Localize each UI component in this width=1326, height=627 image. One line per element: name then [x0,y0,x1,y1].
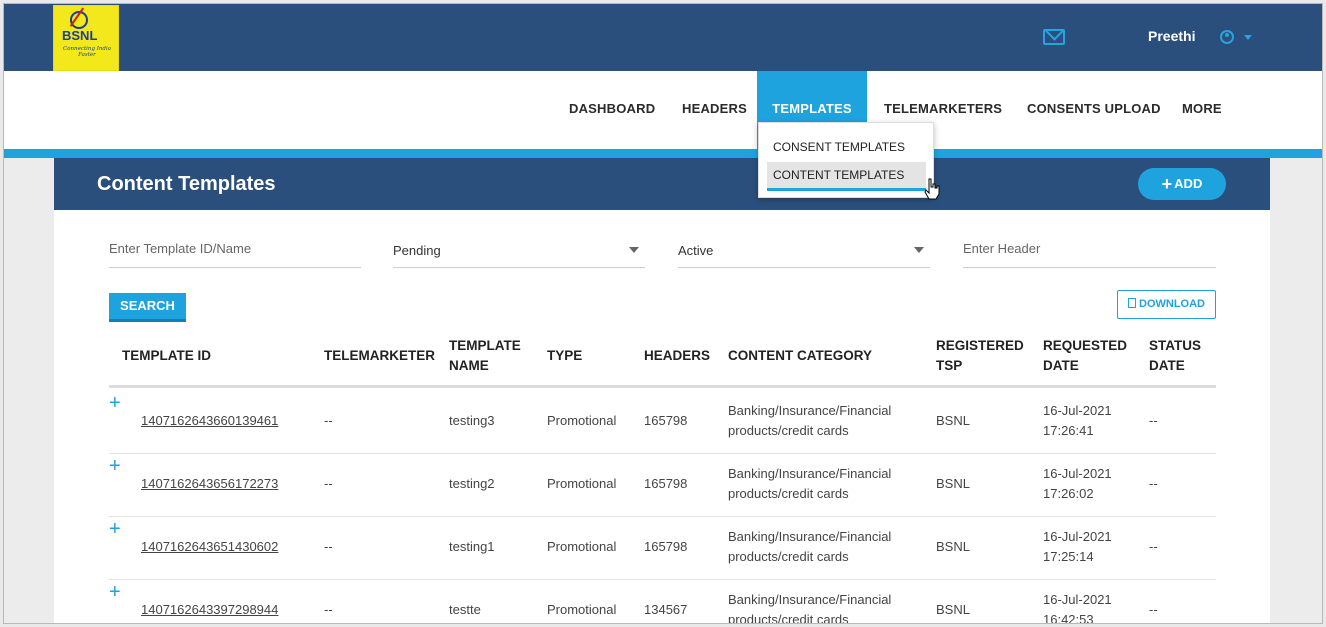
table-row[interactable]: +1407162643660139461 -- testing3 Promotiona… [109,391,1216,454]
type-cell: Promotional [547,539,617,554]
logo-tagline: Connecting India Faster [63,46,111,58]
header-search-input[interactable] [963,230,1216,267]
registered-tsp-cell: BSNL [936,539,970,554]
telemarketer-cell: -- [324,539,333,554]
column-header-status-date[interactable]: STATUS DATE [1149,336,1201,376]
template-search-field[interactable] [109,230,361,268]
content-category-cell: Banking/Insurance/Financial products/cred… [728,466,892,501]
table-row[interactable]: +1407162643397298944 -- testte Promotional 1… [109,580,1216,624]
template-name-cell: testing3 [449,413,495,428]
template-id-link[interactable]: 1407162643660139461 [141,411,278,431]
headers-cell: 165798 [644,539,688,554]
table-row[interactable]: +1407162643656172273 -- testing2 Promotiona… [109,454,1216,517]
expand-row-icon[interactable]: + [109,582,121,604]
requested-date-cell: 16-Jul-2021 17:26:02 [1043,466,1112,501]
templates-dropdown-menu: CONSENT TEMPLATES CONTENT TEMPLATES [758,122,934,198]
column-header-type[interactable]: TYPE [547,346,582,366]
state-select[interactable]: Active [678,230,930,268]
column-header-registered-tsp[interactable]: REGISTERED TSP [936,336,1024,376]
type-cell: Promotional [547,602,617,617]
telemarketer-cell: -- [324,413,333,428]
template-id-link[interactable]: 1407162643651430602 [141,537,278,557]
card-header: Content Templates + ADD [54,158,1270,210]
page-title: Content Templates [97,173,276,195]
nav-dashboard[interactable]: DASHBOARD [569,71,655,149]
registered-tsp-cell: BSNL [936,413,970,428]
column-header-content-category[interactable]: CONTENT CATEGORY [728,346,872,366]
app-window: BSNL Connecting India Faster Preethi DAS… [3,3,1323,624]
column-header-headers[interactable]: HEADERS [644,346,710,366]
status-date-cell: -- [1149,476,1158,491]
bsnl-logo[interactable]: BSNL Connecting India Faster [53,5,119,71]
menu-item-consent-templates[interactable]: CONSENT TEMPLATES [767,134,926,160]
requested-date-cell: 16-Jul-2021 16:42:53 [1043,592,1112,624]
nav-more[interactable]: MORE [1182,71,1222,149]
hand-cursor-icon [924,178,940,200]
content-category-cell: Banking/Insurance/Financial products/cred… [728,403,892,438]
requested-date-cell: 16-Jul-2021 17:26:41 [1043,403,1112,438]
download-button[interactable]: DOWNLOAD [1117,290,1216,319]
status-select[interactable]: Pending [393,230,645,268]
menu-item-content-templates[interactable]: CONTENT TEMPLATES [767,162,926,191]
status-date-cell: -- [1149,539,1158,554]
main-nav: DASHBOARD HEADERS TEMPLATES TELEMARKETER… [4,71,1322,149]
expand-row-icon[interactable]: + [109,456,121,478]
top-bar: BSNL Connecting India Faster Preethi [4,4,1322,71]
add-button-label: ADD [1174,176,1203,191]
telemarketer-cell: -- [324,476,333,491]
status-select-value: Pending [393,243,441,258]
dropdown-caret-icon [629,247,639,253]
state-select-value: Active [678,243,714,258]
column-header-requested-date[interactable]: REQUESTED DATE [1043,336,1127,376]
template-name-cell: testte [449,602,481,617]
headers-cell: 134567 [644,602,688,617]
registered-tsp-cell: BSNL [936,476,970,491]
search-button[interactable]: SEARCH [109,293,186,322]
headers-cell: 165798 [644,413,688,428]
status-date-cell: -- [1149,602,1158,617]
dropdown-caret-icon [914,247,924,253]
template-id-link[interactable]: 1407162643397298944 [141,600,278,620]
content-templates-card: Content Templates +ADD Pending Active SE… [54,158,1270,624]
header-search-field[interactable] [963,230,1216,268]
template-search-input[interactable] [109,230,361,267]
column-header-template-name[interactable]: TEMPLATE NAME [449,336,521,376]
user-name[interactable]: Preethi [1148,28,1195,44]
type-cell: Promotional [547,476,617,491]
expand-row-icon[interactable]: + [109,393,121,415]
status-date-cell: -- [1149,413,1158,428]
registered-tsp-cell: BSNL [936,602,970,617]
type-cell: Promotional [547,413,617,428]
template-id-link[interactable]: 1407162643656172273 [141,474,278,494]
mail-icon[interactable] [1043,29,1065,45]
nav-consents-upload[interactable]: CONSENTS UPLOAD [1027,71,1161,149]
chevron-down-icon[interactable] [1244,35,1252,40]
nav-headers[interactable]: HEADERS [682,71,747,149]
table-row[interactable]: +1407162643651430602 -- testing1 Promotiona… [109,517,1216,580]
expand-row-icon[interactable]: + [109,519,121,541]
requested-date-cell: 16-Jul-2021 17:25:14 [1043,529,1112,564]
document-icon [1128,298,1136,308]
plus-icon: + [1161,174,1173,194]
user-avatar-icon[interactable] [1220,30,1234,44]
column-header-template-id[interactable]: TEMPLATE ID [122,346,211,366]
template-name-cell: testing2 [449,476,495,491]
headers-cell: 165798 [644,476,688,491]
globe-icon [70,11,88,29]
template-name-cell: testing1 [449,539,495,554]
nav-underline-strip [4,149,1322,158]
add-button[interactable]: + ADD [1138,168,1226,200]
download-button-label: DOWNLOAD [1139,298,1205,310]
column-header-telemarketer[interactable]: TELEMARKETER [324,346,435,366]
logo-text: BSNL [62,28,98,43]
content-category-cell: Banking/Insurance/Financial products/cred… [728,592,892,624]
telemarketer-cell: -- [324,602,333,617]
table-header: TEMPLATE ID TELEMARKETER TEMPLATE NAME TY… [109,326,1216,388]
content-category-cell: Banking/Insurance/Financial products/cred… [728,529,892,564]
